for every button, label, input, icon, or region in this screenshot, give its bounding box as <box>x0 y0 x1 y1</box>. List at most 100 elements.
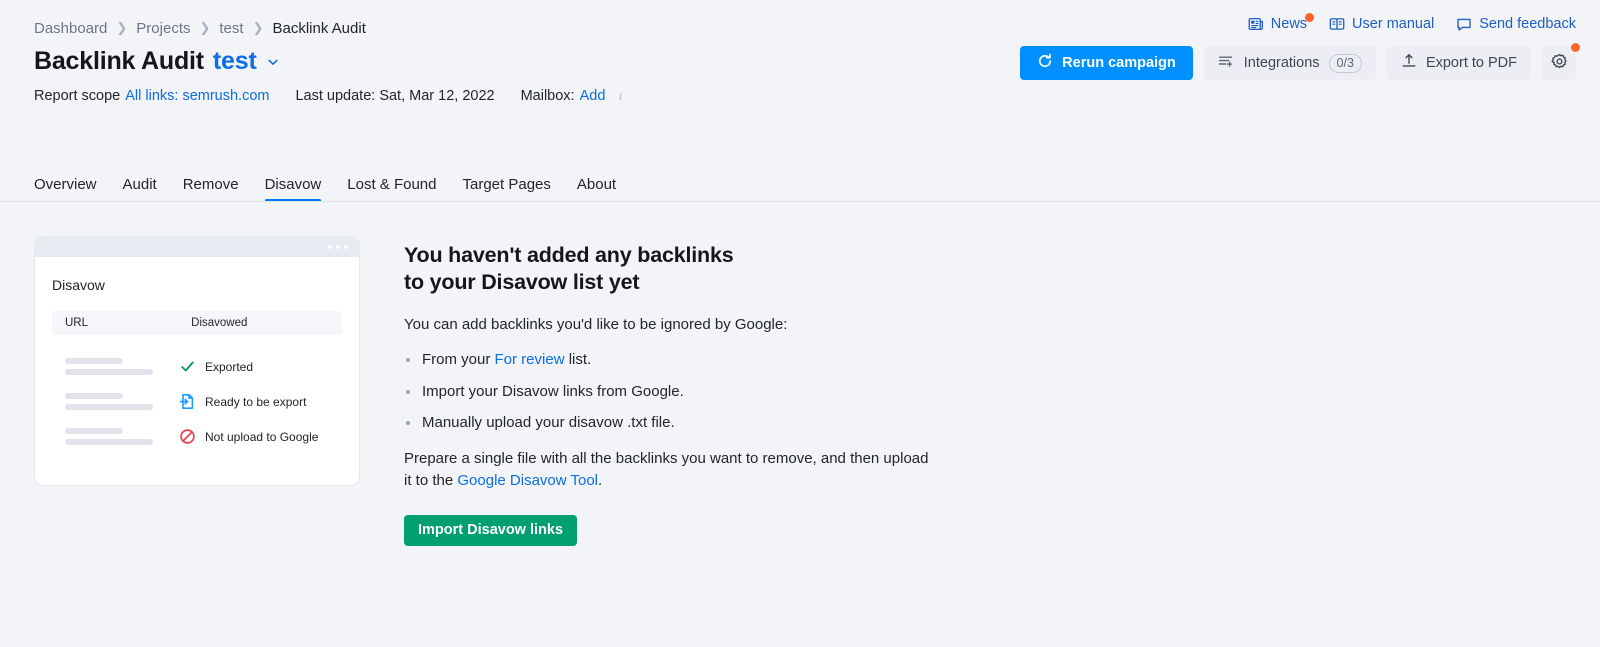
news-link[interactable]: News <box>1248 16 1307 32</box>
header-actions: Rerun campaign Integrations 0/3 <box>1020 46 1576 80</box>
book-icon <box>1329 16 1345 32</box>
last-update: Last update: Sat, Mar 12, 2022 <box>295 88 494 104</box>
chevron-right-icon: ❯ <box>253 21 264 34</box>
google-disavow-tool-link[interactable]: Google Disavow Tool <box>457 472 598 489</box>
empty-state-tail: Prepare a single file with all the backl… <box>404 448 934 493</box>
export-pdf-label: Export to PDF <box>1426 55 1517 71</box>
gear-icon <box>1551 53 1568 73</box>
breadcrumb-item-test[interactable]: test <box>219 20 243 37</box>
tab-about[interactable]: About <box>577 176 616 202</box>
table-row: Exported <box>52 349 342 384</box>
send-feedback-label: Send feedback <box>1479 16 1576 32</box>
news-notification-dot <box>1305 13 1314 22</box>
window-dot-icon <box>344 245 348 249</box>
info-icon[interactable]: i <box>613 89 627 103</box>
main-content: Disavow URL Disavowed Exported <box>0 202 1600 546</box>
illustration-table-rows: Exported <box>52 349 342 454</box>
empty-state-intro: You can add backlinks you'd like to be i… <box>404 314 934 337</box>
import-disavow-links-button[interactable]: Import Disavow links <box>404 515 577 546</box>
check-icon <box>179 358 196 375</box>
empty-state-bullets: From your For review list. Import your D… <box>404 349 934 435</box>
illustration-title: Disavow <box>52 277 342 293</box>
breadcrumb-item-projects[interactable]: Projects <box>136 20 190 37</box>
report-meta: Report scope All links: semrush.com Last… <box>34 88 627 104</box>
illustration-body: Disavow URL Disavowed Exported <box>35 257 359 454</box>
user-manual-label: User manual <box>1352 16 1434 32</box>
empty-state-heading-line2: to your Disavow list yet <box>404 270 639 294</box>
block-icon <box>179 428 196 445</box>
mailbox: Mailbox: Add i <box>521 88 628 104</box>
empty-state-heading: You haven't added any backlinks to your … <box>404 242 934 296</box>
page-header: Dashboard ❯ Projects ❯ test ❯ Backlink A… <box>0 0 1600 56</box>
upload-icon <box>1401 53 1417 73</box>
table-row: Ready to be export <box>52 384 342 419</box>
integrations-label: Integrations <box>1244 55 1320 71</box>
status-ready-to-export: Ready to be export <box>179 393 306 410</box>
news-icon <box>1248 16 1264 32</box>
empty-state: You haven't added any backlinks to your … <box>404 236 934 546</box>
status-exported: Exported <box>179 358 253 375</box>
disavow-illustration-card: Disavow URL Disavowed Exported <box>34 236 360 486</box>
window-dot-icon <box>336 245 340 249</box>
page-title-text: Backlink Audit <box>34 47 204 76</box>
list-item: Manually upload your disavow .txt file. <box>404 412 934 435</box>
status-label: Ready to be export <box>205 395 306 409</box>
project-name[interactable]: test <box>213 47 257 76</box>
rerun-campaign-label: Rerun campaign <box>1062 55 1176 71</box>
url-placeholder <box>52 358 179 375</box>
tab-disavow[interactable]: Disavow <box>265 176 322 202</box>
tab-overview[interactable]: Overview <box>34 176 97 202</box>
bullet-text-prefix: From your <box>422 351 495 368</box>
tab-lost-and-found[interactable]: Lost & Found <box>347 176 436 202</box>
settings-button[interactable] <box>1542 46 1576 80</box>
page-title: Backlink Audit test <box>34 47 280 76</box>
report-scope: Report scope All links: semrush.com <box>34 88 269 104</box>
refresh-icon <box>1037 53 1053 73</box>
tab-bar-divider <box>0 201 1600 202</box>
speech-bubble-icon <box>1456 16 1472 32</box>
file-export-icon <box>179 393 196 410</box>
chevron-right-icon: ❯ <box>116 21 127 34</box>
mailbox-label: Mailbox: <box>521 88 575 104</box>
for-review-link[interactable]: For review <box>495 351 565 368</box>
bullet-text-prefix: Manually upload your disavow .txt file. <box>422 414 675 431</box>
illustration-column-url: URL <box>52 317 178 329</box>
illustration-window-bar <box>35 237 359 257</box>
integrations-button[interactable]: Integrations 0/3 <box>1204 46 1376 80</box>
tail-suffix: . <box>598 472 602 489</box>
top-utility-links: News User manual <box>1248 16 1576 32</box>
news-label: News <box>1271 16 1307 32</box>
empty-state-heading-line1: You haven't added any backlinks <box>404 243 733 267</box>
send-feedback-link[interactable]: Send feedback <box>1456 16 1576 32</box>
table-row: Not upload to Google <box>52 419 342 454</box>
mailbox-add-link[interactable]: Add <box>580 88 606 104</box>
user-manual-link[interactable]: User manual <box>1329 16 1434 32</box>
breadcrumb-item-dashboard[interactable]: Dashboard <box>34 20 107 37</box>
list-item: From your For review list. <box>404 349 934 372</box>
list-item: Import your Disavow links from Google. <box>404 381 934 404</box>
tab-target-pages[interactable]: Target Pages <box>463 176 551 202</box>
integrations-count-badge: 0/3 <box>1329 54 1362 73</box>
window-dot-icon <box>328 245 332 249</box>
status-label: Exported <box>205 360 253 374</box>
tab-audit[interactable]: Audit <box>123 176 157 202</box>
list-plus-icon <box>1218 53 1235 73</box>
status-label: Not upload to Google <box>205 430 318 444</box>
bullet-text-suffix: list. <box>565 351 592 368</box>
settings-notification-dot <box>1571 43 1580 52</box>
report-scope-value[interactable]: All links: semrush.com <box>125 88 269 104</box>
rerun-campaign-button[interactable]: Rerun campaign <box>1020 46 1193 80</box>
bullet-text-prefix: Import your Disavow links from Google. <box>422 383 684 400</box>
chevron-down-icon[interactable] <box>266 55 280 69</box>
app-page: Dashboard ❯ Projects ❯ test ❯ Backlink A… <box>0 0 1600 647</box>
illustration-table-header: URL Disavowed <box>52 311 342 335</box>
tab-bar: Overview Audit Remove Disavow Lost & Fou… <box>0 168 1600 202</box>
tab-remove[interactable]: Remove <box>183 176 239 202</box>
chevron-right-icon: ❯ <box>199 21 210 34</box>
url-placeholder <box>52 428 179 445</box>
status-not-uploaded: Not upload to Google <box>179 428 318 445</box>
export-pdf-button[interactable]: Export to PDF <box>1387 46 1531 80</box>
illustration-column-disavowed: Disavowed <box>178 317 342 329</box>
url-placeholder <box>52 393 179 410</box>
breadcrumb-item-backlink-audit: Backlink Audit <box>272 20 365 37</box>
